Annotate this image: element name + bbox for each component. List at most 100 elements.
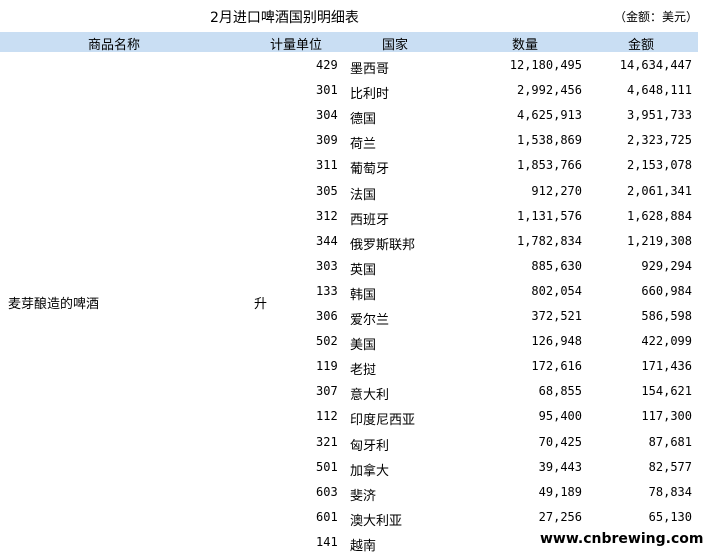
country-code: 429 <box>316 58 338 72</box>
country-code: 304 <box>316 108 338 123</box>
amount-value: 1,628,884 <box>626 208 692 223</box>
measure-unit-cell: 升 <box>254 297 268 312</box>
amount-value: 82,577 <box>648 459 692 474</box>
quantity-value: 372,521 <box>531 309 582 323</box>
table-row: 307 意大利 68,855 154,621 <box>310 380 698 405</box>
table-header: 商品名称 计量单位 国家 数量 金额 <box>0 32 698 53</box>
country-code: 306 <box>316 309 338 323</box>
country-name: 斐济 <box>350 488 377 504</box>
country-code: 307 <box>316 384 338 399</box>
country-code: 119 <box>316 359 338 374</box>
quantity-value: 68,855 <box>538 384 582 399</box>
table-row: 133 韩国 802,054 660,984 <box>310 280 698 305</box>
country-name: 墨西哥 <box>350 62 390 77</box>
country-code: 133 <box>316 283 338 298</box>
country-name: 法国 <box>350 187 377 203</box>
table-row: 303 英国 885,630 929,294 <box>310 255 698 280</box>
table-row: 603 斐济 49,189 78,834 <box>310 481 698 506</box>
table-row: 429 墨西哥 12,180,495 14,634,447 <box>310 54 698 79</box>
table-row: 119 老挝 172,616 171,436 <box>310 355 698 380</box>
quantity-value: 49,189 <box>538 484 582 499</box>
country-code: 312 <box>316 208 338 223</box>
country-code: 112 <box>316 409 338 424</box>
country-name: 西班牙 <box>350 212 390 228</box>
country-name: 意大利 <box>350 388 390 404</box>
amount-value: 3,951,733 <box>626 108 692 123</box>
quantity-value: 172,616 <box>531 359 582 374</box>
amount-value: 78,834 <box>648 484 692 499</box>
quantity-value: 1,131,576 <box>516 208 582 223</box>
quantity-value: 12,180,495 <box>509 58 582 72</box>
country-name: 俄罗斯联邦 <box>350 237 416 253</box>
country-code: 303 <box>316 258 338 273</box>
table-row: 305 法国 912,270 2,061,341 <box>310 180 698 205</box>
header-country: 国家 <box>382 38 409 53</box>
country-name: 比利时 <box>350 87 390 103</box>
table-row: 306 爱尔兰 372,521 586,598 <box>310 305 698 330</box>
amount-value: 586,598 <box>641 309 692 323</box>
table-row: 501 加拿大 39,443 82,577 <box>310 456 698 481</box>
table-row: 601 澳大利亚 27,256 65,130 <box>310 506 698 531</box>
amount-value: 117,300 <box>641 409 692 424</box>
country-name: 澳大利亚 <box>350 513 403 529</box>
quantity-value: 1,853,766 <box>516 158 582 173</box>
quantity-value: 885,630 <box>531 258 582 273</box>
quantity-value: 95,400 <box>538 409 582 424</box>
quantity-value: 1,782,834 <box>516 233 582 248</box>
country-name: 匈牙利 <box>350 438 390 454</box>
amount-value: 660,984 <box>641 283 692 298</box>
country-name: 德国 <box>350 112 377 128</box>
quantity-value: 2,992,456 <box>516 83 582 98</box>
country-code: 344 <box>316 233 338 248</box>
header-quantity: 数量 <box>512 38 539 53</box>
country-name: 英国 <box>350 262 377 278</box>
country-name: 爱尔兰 <box>350 313 390 328</box>
table-row: 311 葡萄牙 1,853,766 2,153,078 <box>310 154 698 179</box>
quantity-value: 70,425 <box>538 434 582 449</box>
quantity-value: 126,948 <box>531 334 582 349</box>
country-code: 601 <box>316 509 338 524</box>
amount-value: 154,621 <box>641 384 692 399</box>
quantity-value: 802,054 <box>531 283 582 298</box>
table-row: 301 比利时 2,992,456 4,648,111 <box>310 79 698 104</box>
amount-value: 1,219,308 <box>626 233 692 248</box>
country-code: 603 <box>316 484 338 499</box>
amount-value: 929,294 <box>641 258 692 273</box>
country-code: 502 <box>316 334 338 349</box>
amount-value: 2,061,341 <box>626 183 692 198</box>
amount-value: 171,436 <box>641 359 692 374</box>
table-row: 344 俄罗斯联邦 1,782,834 1,219,308 <box>310 230 698 255</box>
country-code: 141 <box>316 534 338 549</box>
country-name: 加拿大 <box>350 463 390 479</box>
header-unit: 计量单位 <box>270 38 323 53</box>
table-row: 304 德国 4,625,913 3,951,733 <box>310 104 698 129</box>
header-amount: 金额 <box>628 38 655 53</box>
quantity-value: 27,256 <box>538 509 582 524</box>
header-product: 商品名称 <box>88 38 141 53</box>
country-name: 葡萄牙 <box>350 162 390 178</box>
table-row: 321 匈牙利 70,425 87,681 <box>310 431 698 456</box>
country-name: 美国 <box>350 338 377 354</box>
amount-value: 4,648,111 <box>626 83 692 98</box>
product-name-cell: 麦芽酿造的啤酒 <box>8 297 100 312</box>
quantity-value: 912,270 <box>531 183 582 198</box>
country-code: 321 <box>316 434 338 449</box>
country-code: 309 <box>316 133 338 148</box>
table-row: 502 美国 126,948 422,099 <box>310 330 698 355</box>
table-row: 112 印度尼西亚 95,400 117,300 <box>310 405 698 430</box>
country-code: 311 <box>316 158 338 173</box>
quantity-value: 39,443 <box>538 459 582 474</box>
currency-unit-note: （金额：美元） <box>613 10 698 24</box>
amount-value: 14,634,447 <box>619 58 692 72</box>
country-name: 印度尼西亚 <box>350 413 416 429</box>
country-code: 301 <box>316 83 338 98</box>
country-name: 荷兰 <box>350 137 377 153</box>
quantity-value: 4,625,913 <box>516 108 582 123</box>
country-code: 501 <box>316 459 338 474</box>
amount-value: 422,099 <box>641 334 692 349</box>
table-row: 309 荷兰 1,538,869 2,323,725 <box>310 129 698 154</box>
page-title: 2月进口啤酒国别明细表 <box>210 10 359 26</box>
title-bar: 2月进口啤酒国别明细表 （金额：美元） <box>0 5 706 27</box>
amount-value: 2,153,078 <box>626 158 692 173</box>
table-row: 312 西班牙 1,131,576 1,628,884 <box>310 205 698 230</box>
